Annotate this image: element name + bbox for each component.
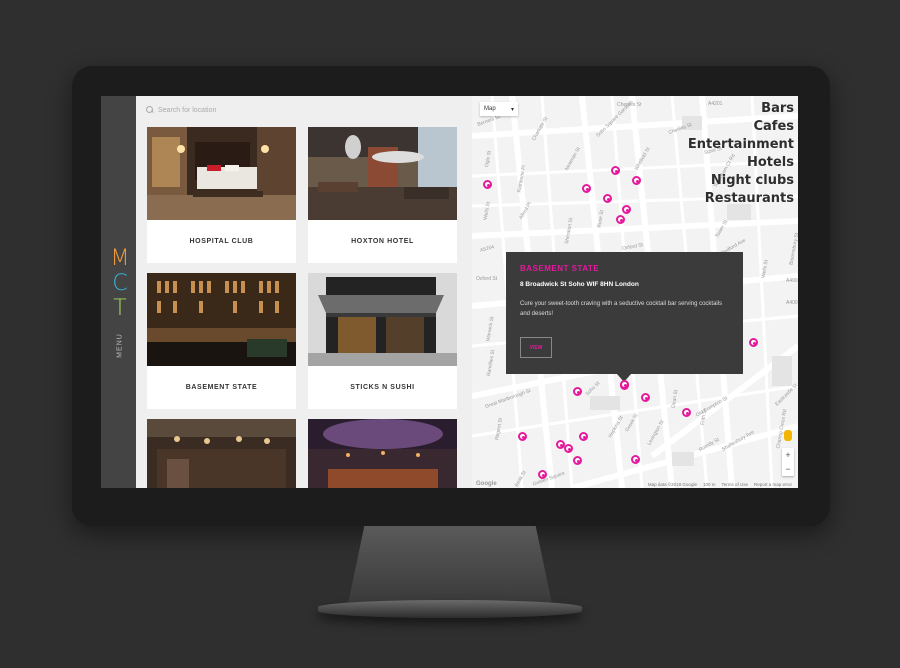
map-pin-icon[interactable]: [483, 180, 492, 189]
venue-card[interactable]: BASEMENT STATE: [147, 273, 296, 409]
map-pin-icon[interactable]: [620, 380, 629, 389]
category-entertainment[interactable]: Entertainment: [688, 136, 794, 154]
category-bars[interactable]: Bars: [688, 100, 794, 118]
map-pin-icon[interactable]: [603, 194, 612, 203]
map-pin-icon[interactable]: [582, 184, 591, 193]
logo-letter-c: C: [112, 271, 128, 296]
chevron-down-icon: ▾: [510, 106, 514, 113]
venue-list: Search for location HOSPITAL CLUB HOXTON…: [136, 96, 472, 488]
menu-button[interactable]: MENU: [117, 333, 124, 359]
venue-name: HOXTON HOTEL: [351, 238, 414, 245]
zoom-control: + −: [782, 448, 794, 476]
map-pin-icon[interactable]: [631, 455, 640, 464]
map-pin-icon[interactable]: [749, 338, 758, 347]
map-pin-icon[interactable]: [518, 432, 527, 441]
street-label: A400: [786, 278, 798, 284]
zoom-in-button[interactable]: +: [782, 448, 794, 462]
map-pin-icon[interactable]: [641, 393, 650, 402]
map-pin-icon[interactable]: [632, 176, 641, 185]
app-screen: M C T MENU Search for location HOSPITAL …: [101, 96, 798, 488]
map-pin-icon[interactable]: [622, 205, 631, 214]
category-hotels[interactable]: Hotels: [688, 154, 794, 172]
venue-popup: BASEMENT STATE 8 Broadwick St Soho WIF 8…: [506, 252, 743, 382]
monitor-base: [318, 600, 582, 618]
venue-name: BASEMENT STATE: [185, 384, 258, 391]
logo[interactable]: M C T: [108, 246, 132, 321]
venue-image: [308, 127, 457, 220]
report-link[interactable]: Report a map error: [754, 482, 792, 487]
search-bar[interactable]: Search for location: [146, 102, 456, 118]
map-footer: Google Map data ©2018 Google 100 m Terms…: [472, 480, 798, 488]
popup-title: BASEMENT STATE: [520, 264, 600, 273]
map-pin-icon[interactable]: [611, 166, 620, 175]
venue-image: [147, 419, 296, 488]
map-pin-icon[interactable]: [573, 387, 582, 396]
venue-image: [308, 419, 457, 488]
sidebar: M C T MENU: [101, 96, 136, 488]
google-logo: Google: [476, 481, 497, 487]
map-type-label: Map: [484, 106, 496, 112]
street-view-icon[interactable]: [784, 430, 792, 441]
venue-name: HOSPITAL CLUB: [189, 238, 254, 245]
popup-description: Cure your sweet-tooth craving with a sed…: [520, 301, 723, 317]
category-cafes[interactable]: Cafes: [688, 118, 794, 136]
street-label: Oxford St: [476, 276, 498, 282]
map-pin-icon[interactable]: [564, 444, 573, 453]
zoom-out-button[interactable]: −: [782, 462, 794, 476]
search-icon: [146, 106, 154, 114]
venue-card[interactable]: [147, 419, 296, 488]
search-input[interactable]: Search for location: [158, 107, 216, 114]
monitor-stand: [348, 526, 552, 604]
terms-link[interactable]: Terms of Use: [721, 482, 748, 487]
map-scale: 100 m: [702, 481, 716, 487]
street-label: A400: [786, 300, 798, 306]
logo-letter-m: M: [110, 246, 130, 271]
map-type-select[interactable]: Map ▾: [480, 102, 518, 116]
view-button[interactable]: VIEW: [520, 337, 552, 358]
popup-address: 8 Broadwick St Soho WIF 8HN London: [520, 281, 639, 288]
map-pin-icon[interactable]: [616, 215, 625, 224]
venue-image: [147, 273, 296, 366]
map-pin-icon[interactable]: [579, 432, 588, 441]
venue-image: [308, 273, 457, 366]
street-label: Chenies St: [617, 102, 642, 108]
logo-letter-t: T: [113, 296, 127, 321]
map-pin-icon[interactable]: [573, 456, 582, 465]
venue-card[interactable]: [308, 419, 457, 488]
venue-card[interactable]: STICKS N SUSHI: [308, 273, 457, 409]
map-pin-icon[interactable]: [538, 470, 547, 479]
venue-card[interactable]: HOXTON HOTEL: [308, 127, 457, 263]
venue-name: STICKS N SUSHI: [350, 384, 415, 391]
category-filter: Bars Cafes Entertainment Hotels Night cl…: [688, 100, 794, 208]
map-data-text: Map data ©2018 Google: [647, 481, 697, 487]
venue-image: [147, 127, 296, 220]
category-restaurants[interactable]: Restaurants: [688, 190, 794, 208]
venue-card[interactable]: HOSPITAL CLUB: [147, 127, 296, 263]
map-pin-icon[interactable]: [682, 408, 691, 417]
category-night-clubs[interactable]: Night clubs: [688, 172, 794, 190]
